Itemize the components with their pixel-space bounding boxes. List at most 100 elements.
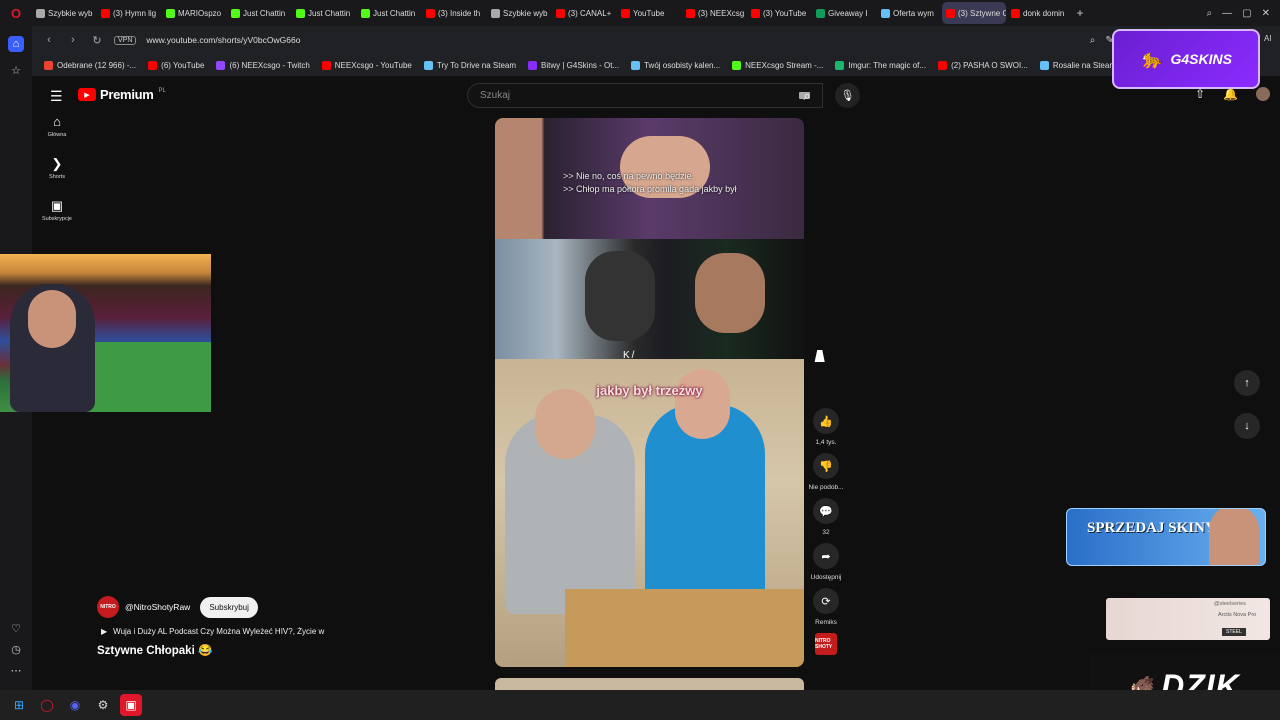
- like-action[interactable]: 👍 1,4 tys.: [805, 408, 847, 446]
- discord-icon[interactable]: ◉: [64, 694, 86, 716]
- vpn-badge[interactable]: VPN: [114, 35, 137, 45]
- url-field[interactable]: www.youtube.com/shorts/yV0bcOwG66o: [146, 35, 300, 45]
- share-label: Udostępnij: [810, 574, 842, 581]
- bookmark-item[interactable]: Imgur: The magic of...: [835, 60, 926, 70]
- nav-label: Główna: [47, 132, 67, 138]
- new-tab-icon[interactable]: +: [1071, 6, 1089, 20]
- youtube-logo[interactable]: ▶ Premium PL: [78, 87, 166, 102]
- home-icon[interactable]: ⌂: [8, 36, 24, 52]
- notifications-icon[interactable]: 🔔: [1223, 87, 1238, 101]
- short-video-player[interactable]: >> Nie no, coś na pewno będzie. >> Chłop…: [495, 118, 804, 667]
- bookmark-item[interactable]: NEEXcsgo - YouTube: [321, 60, 412, 70]
- thumbs-down-icon[interactable]: 👎: [813, 453, 839, 479]
- reload-icon[interactable]: ↻: [90, 34, 104, 47]
- browser-tab[interactable]: Just Chattin: [357, 2, 421, 24]
- browser-tab[interactable]: (3) Inside th: [422, 2, 486, 24]
- mic-button[interactable]: 🎙: [835, 83, 860, 108]
- share-action[interactable]: ➦ Udostępnij: [805, 543, 847, 581]
- search-input[interactable]: Szukaj: [467, 83, 823, 108]
- bookmark-item[interactable]: (6) NEEXcsgo - Twitch: [216, 60, 310, 70]
- channel-thumbnail[interactable]: NITRO SHOTY: [815, 633, 837, 655]
- share-icon[interactable]: ➦: [813, 543, 839, 569]
- previous-short-button[interactable]: ↑: [1234, 370, 1260, 396]
- app-icon[interactable]: ▣: [120, 694, 142, 716]
- steam-icon[interactable]: ⚙: [92, 694, 114, 716]
- browser-tab[interactable]: (3) YouTube: [747, 2, 811, 24]
- avatar[interactable]: [1256, 87, 1270, 101]
- minimize-icon[interactable]: —: [1222, 8, 1232, 19]
- nav-item-home[interactable]: ⌂ Główna: [32, 114, 82, 138]
- tab-favicon-icon: [816, 8, 825, 18]
- nav-item-subscriptions[interactable]: ▣ Subskrypcje: [32, 198, 82, 222]
- opera-logo-icon[interactable]: O: [0, 0, 32, 26]
- maximize-icon[interactable]: ▢: [1242, 8, 1251, 19]
- history-icon[interactable]: ◷: [8, 641, 24, 657]
- bookmark-favicon-icon: [148, 60, 158, 70]
- dislike-action[interactable]: 👎 Nie podob...: [805, 453, 847, 491]
- bookmark-label: NEEXcsgo Stream -...: [745, 60, 824, 70]
- search-button[interactable]: ⌕: [792, 83, 822, 108]
- search-tabs-icon[interactable]: ⌕: [1207, 8, 1213, 19]
- channel-row: NITRO @NitroShotyRaw Subskrybuj: [97, 596, 457, 618]
- upload-icon[interactable]: ⇧: [1195, 87, 1205, 101]
- browser-tab[interactable]: Szybkie wyb: [32, 2, 96, 24]
- menu-icon[interactable]: ☰: [50, 88, 63, 105]
- browser-tab[interactable]: Giveaway I: [812, 2, 876, 24]
- bookmark-item[interactable]: (6) YouTube: [148, 60, 204, 70]
- browser-tab[interactable]: (3) Sztywne Chło: [942, 2, 1006, 24]
- remix-icon[interactable]: ⟳: [813, 588, 839, 614]
- browser-tab[interactable]: Szybkie wyb: [487, 2, 551, 24]
- bookmark-item[interactable]: (2) PASHA O SWOI...: [938, 60, 1028, 70]
- browser-tab[interactable]: MARIOspzo: [162, 2, 226, 24]
- g4skins-logo-text: G4SKINS: [1170, 51, 1232, 67]
- tab-label: Szybkie wyb: [48, 8, 93, 18]
- browser-tab[interactable]: YouTube: [617, 2, 681, 24]
- bookmark-favicon-icon: [1039, 60, 1049, 70]
- browser-tab[interactable]: Oferta wym: [877, 2, 941, 24]
- bookmark-item[interactable]: Odebrane (12 966) -...: [44, 60, 137, 70]
- star-icon[interactable]: ☆: [8, 62, 24, 78]
- channel-name[interactable]: @NitroShotyRaw: [125, 602, 190, 612]
- youtube-header: ☰ ▶ Premium PL Szukaj ⌕ 🎙 ⇧ 🔔: [32, 78, 1280, 114]
- bookmark-item[interactable]: Twój osobisty kalen...: [631, 60, 720, 70]
- subscribe-button[interactable]: Subskrybuj: [200, 596, 258, 618]
- heart-icon[interactable]: ♡: [8, 620, 24, 636]
- tab-favicon-icon: [426, 8, 435, 18]
- back-icon[interactable]: ‹: [42, 34, 56, 46]
- browser-tab[interactable]: donk domin: [1007, 2, 1071, 24]
- steelseries-ad: @steelseries Arctis Nova Pro STEEL: [1106, 598, 1270, 640]
- windows-start-icon[interactable]: ⊞: [8, 694, 30, 716]
- tab-label: (3) Sztywne Chło: [958, 8, 1006, 18]
- browser-tab[interactable]: (3) CANAL+: [552, 2, 616, 24]
- tab-favicon-icon: [686, 8, 695, 18]
- search-icon[interactable]: ⌕: [1090, 35, 1096, 46]
- browser-tab[interactable]: (3) Hymn lig: [97, 2, 161, 24]
- bookmark-item[interactable]: NEEXcsgo Stream -...: [732, 60, 824, 70]
- next-short-button[interactable]: ↓: [1234, 413, 1260, 439]
- bookmark-item[interactable]: Bitwy | G4Skins - Ot...: [528, 60, 619, 70]
- ai-label[interactable]: AI: [1264, 34, 1272, 43]
- thumbs-up-icon[interactable]: 👍: [813, 408, 839, 434]
- forward-icon[interactable]: ›: [66, 34, 80, 46]
- channel-avatar[interactable]: NITRO: [97, 596, 119, 618]
- bookmark-label: Odebrane (12 966) -...: [57, 60, 137, 70]
- tab-favicon-icon: [101, 8, 110, 18]
- more-icon[interactable]: ⋯: [8, 662, 24, 678]
- playlist-row[interactable]: ▶ Wuja i Duży AL Podcast Czy Można Wyleż…: [97, 627, 457, 636]
- sprzedaj-text: SPRZEDAJ SKINY: [1087, 520, 1216, 536]
- video-panel-top: >> Nie no, coś na pewno będzie. >> Chłop…: [495, 118, 804, 239]
- browser-tab[interactable]: (3) NEEXcsg: [682, 2, 746, 24]
- comment-icon[interactable]: 💬: [813, 498, 839, 524]
- browser-tab[interactable]: Just Chattin: [292, 2, 356, 24]
- next-short-preview[interactable]: [495, 678, 804, 690]
- subscriptions-icon: ▣: [50, 198, 64, 213]
- tab-favicon-icon: [556, 8, 565, 18]
- browser-tab[interactable]: Just Chattin: [227, 2, 291, 24]
- remix-action[interactable]: ⟳ Remiks: [805, 588, 847, 626]
- close-icon[interactable]: ✕: [1262, 8, 1270, 19]
- nav-item-shorts[interactable]: ❯ Shorts: [32, 156, 82, 180]
- comments-action[interactable]: 💬 32: [805, 498, 847, 536]
- opera-gx-icon[interactable]: ◯: [36, 694, 58, 716]
- bookmark-item[interactable]: Rosalie na Steam: [1039, 60, 1116, 70]
- bookmark-item[interactable]: Try To Drive na Steam: [423, 60, 516, 70]
